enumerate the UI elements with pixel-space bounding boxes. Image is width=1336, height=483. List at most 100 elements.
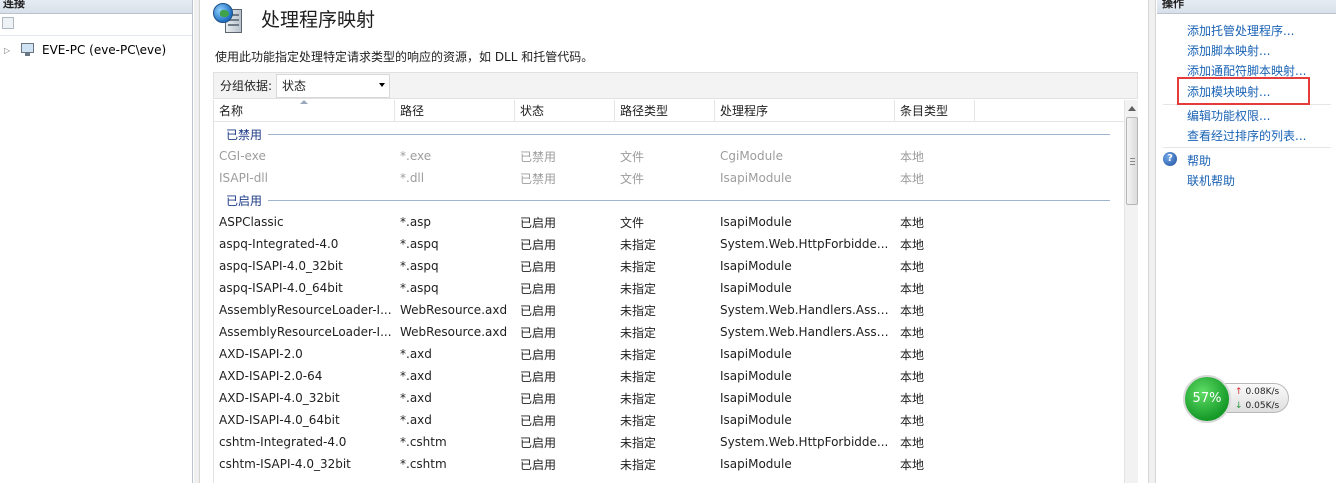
group-header-row[interactable]: 已启用 xyxy=(214,189,1124,211)
table-cell: AssemblyResourceLoader-I... xyxy=(219,325,392,339)
column-header-path[interactable]: 路径 xyxy=(395,100,515,122)
splitter-right[interactable] xyxy=(1148,0,1156,483)
table-cell: IsapiModule xyxy=(720,369,792,383)
network-monitor-widget[interactable]: 57% ↑ 0.08K/s ↓ 0.05K/s xyxy=(1183,375,1291,423)
table-cell: 本地 xyxy=(900,303,925,318)
table-cell: *.exe xyxy=(400,149,432,163)
table-cell: 已启用 xyxy=(520,347,557,362)
table-row[interactable]: cshtm-Integrated-4.0 *.cshtm 已启用 未指定 System.… xyxy=(214,431,1124,453)
table-cell: 已启用 xyxy=(520,457,557,472)
page-title: 处理程序映射 xyxy=(261,8,376,31)
table-cell: 本地 xyxy=(900,369,925,384)
table-cell: System.Web.HttpForbidde... xyxy=(720,435,889,449)
table-row[interactable]: AssemblyResourceLoader-I... WebResource.a… xyxy=(214,299,1124,321)
group-header-line xyxy=(268,133,1110,135)
table-cell: ASPClassic xyxy=(219,215,284,229)
group-header-line xyxy=(268,199,1110,201)
table-row[interactable]: AssemblyResourceLoader-I... WebResource.a… xyxy=(214,321,1124,343)
action-add-managed-handler[interactable]: 添加托管处理程序... xyxy=(1187,22,1294,39)
handler-mappings-table: 名称 路径 状态 路径类型 处理程序 条目类型 已禁用 CGI-exe *.exe 已… xyxy=(213,100,1138,483)
download-speed: 0.05K/s xyxy=(1245,401,1280,411)
column-header-path-type[interactable]: 路径类型 xyxy=(615,100,715,122)
table-cell: *.aspq xyxy=(400,281,439,295)
highlight-box xyxy=(1177,77,1310,105)
action-online-help[interactable]: 联机帮助 xyxy=(1187,172,1235,189)
table-cell: WebResource.axd xyxy=(400,303,508,317)
connections-toolbar xyxy=(0,14,192,36)
table-cell: 本地 xyxy=(900,413,925,428)
table-cell: 已启用 xyxy=(520,259,557,274)
table-cell: 未指定 xyxy=(620,391,657,406)
table-cell: 未指定 xyxy=(620,281,657,296)
table-cell: aspq-Integrated-4.0 xyxy=(219,237,339,251)
table-row[interactable]: aspq-Integrated-4.0 *.aspq 已启用 未指定 System.We… xyxy=(214,233,1124,255)
action-view-ordered-list[interactable]: 查看经过排序的列表... xyxy=(1187,127,1306,144)
table-row[interactable]: AXD-ISAPI-4.0_32bit *.axd 已启用 未指定 IsapiModul… xyxy=(214,387,1124,409)
table-cell: CgiModule xyxy=(720,149,783,163)
action-edit-feature-permissions[interactable]: 编辑功能权限... xyxy=(1187,107,1270,124)
table-cell: 本地 xyxy=(900,435,925,450)
group-by-select[interactable]: 状态 xyxy=(276,73,391,98)
table-row[interactable]: ASPClassic *.asp 已启用 文件 IsapiModule 本地 xyxy=(214,211,1124,233)
table-row[interactable]: AXD-ISAPI-4.0_64bit *.axd 已启用 未指定 IsapiModul… xyxy=(214,409,1124,431)
table-row[interactable]: aspq-ISAPI-4.0_64bit *.aspq 已启用 未指定 IsapiMod… xyxy=(214,277,1124,299)
handler-mappings-icon xyxy=(211,1,245,35)
table-body: 已禁用 CGI-exe *.exe 已禁用 文件 CgiModule 本地 ISAPI-dll… xyxy=(214,123,1124,475)
table-cell: System.Web.HttpForbidde... xyxy=(720,237,889,251)
table-cell: 已启用 xyxy=(520,369,557,384)
table-cell: aspq-ISAPI-4.0_32bit xyxy=(219,259,343,273)
table-cell: *.aspq xyxy=(400,237,439,251)
table-row[interactable]: AXD-ISAPI-2.0-64 *.axd 已启用 未指定 IsapiModule 本地 xyxy=(214,365,1124,387)
table-cell: 本地 xyxy=(900,237,925,252)
table-cell: System.Web.Handlers.Asse... xyxy=(720,303,895,317)
table-cell: 已启用 xyxy=(520,325,557,340)
table-cell: 未指定 xyxy=(620,369,657,384)
table-cell: 本地 xyxy=(900,281,925,296)
table-cell: IsapiModule xyxy=(720,281,792,295)
table-cell: CGI-exe xyxy=(219,149,266,163)
column-header-state[interactable]: 状态 xyxy=(515,100,615,122)
table-cell: 未指定 xyxy=(620,347,657,362)
table-cell: 已启用 xyxy=(520,435,557,450)
dropdown-arrow-icon xyxy=(379,82,386,87)
table-cell: IsapiModule xyxy=(720,347,792,361)
table-cell: *.cshtm xyxy=(400,457,447,471)
expand-arrow-icon[interactable]: ▷ xyxy=(4,46,14,55)
upload-arrow-icon: ↑ xyxy=(1235,387,1243,397)
tree-item-server[interactable]: ▷ EVE-PC (eve-PC\eve) xyxy=(0,41,192,59)
table-cell: AXD-ISAPI-2.0-64 xyxy=(219,369,323,383)
table-row[interactable]: CGI-exe *.exe 已禁用 文件 CgiModule 本地 xyxy=(214,145,1124,167)
table-row[interactable]: AXD-ISAPI-2.0 *.axd 已启用 未指定 IsapiModule 本地 xyxy=(214,343,1124,365)
table-row[interactable]: aspq-ISAPI-4.0_32bit *.aspq 已启用 未指定 IsapiMod… xyxy=(214,255,1124,277)
table-cell: 已启用 xyxy=(520,391,557,406)
table-cell: 已禁用 xyxy=(520,149,557,164)
table-cell: WebResource.axd xyxy=(400,325,508,339)
table-cell: 本地 xyxy=(900,149,925,164)
action-add-script-map[interactable]: 添加脚本映射... xyxy=(1187,42,1270,59)
scroll-up-arrow-icon[interactable] xyxy=(1128,106,1136,111)
table-cell: 本地 xyxy=(900,171,925,186)
group-header-title: 已启用 xyxy=(226,193,263,208)
table-row[interactable]: ISAPI-dll *.dll 已禁用 文件 IsapiModule 本地 xyxy=(214,167,1124,189)
help-icon: ? xyxy=(1163,152,1177,166)
action-help[interactable]: 帮助 xyxy=(1187,152,1211,169)
feature-title-row: 处理程序映射 xyxy=(211,0,375,36)
table-cell: 已启用 xyxy=(520,413,557,428)
table-cell: IsapiModule xyxy=(720,259,792,273)
table-cell: IsapiModule xyxy=(720,215,792,229)
table-cell: AXD-ISAPI-4.0_32bit xyxy=(219,391,340,405)
table-cell: 已启用 xyxy=(520,281,557,296)
column-header-handler[interactable]: 处理程序 xyxy=(715,100,895,122)
tree-item-label: EVE-PC (eve-PC\eve) xyxy=(42,43,167,57)
table-cell: AXD-ISAPI-4.0_64bit xyxy=(219,413,340,427)
connect-icon[interactable] xyxy=(2,17,14,29)
table-row[interactable]: cshtm-ISAPI-4.0_32bit *.cshtm 已启用 未指定 IsapiM… xyxy=(214,453,1124,475)
column-header-name[interactable]: 名称 xyxy=(214,100,395,122)
splitter-left[interactable] xyxy=(194,0,200,483)
group-header-row[interactable]: 已禁用 xyxy=(214,123,1124,145)
vertical-scrollbar[interactable] xyxy=(1124,100,1138,483)
scrollbar-thumb[interactable] xyxy=(1126,117,1138,205)
table-cell: 已启用 xyxy=(520,215,557,230)
column-header-entry-type[interactable]: 条目类型 xyxy=(895,100,975,122)
table-cell: IsapiModule xyxy=(720,457,792,471)
